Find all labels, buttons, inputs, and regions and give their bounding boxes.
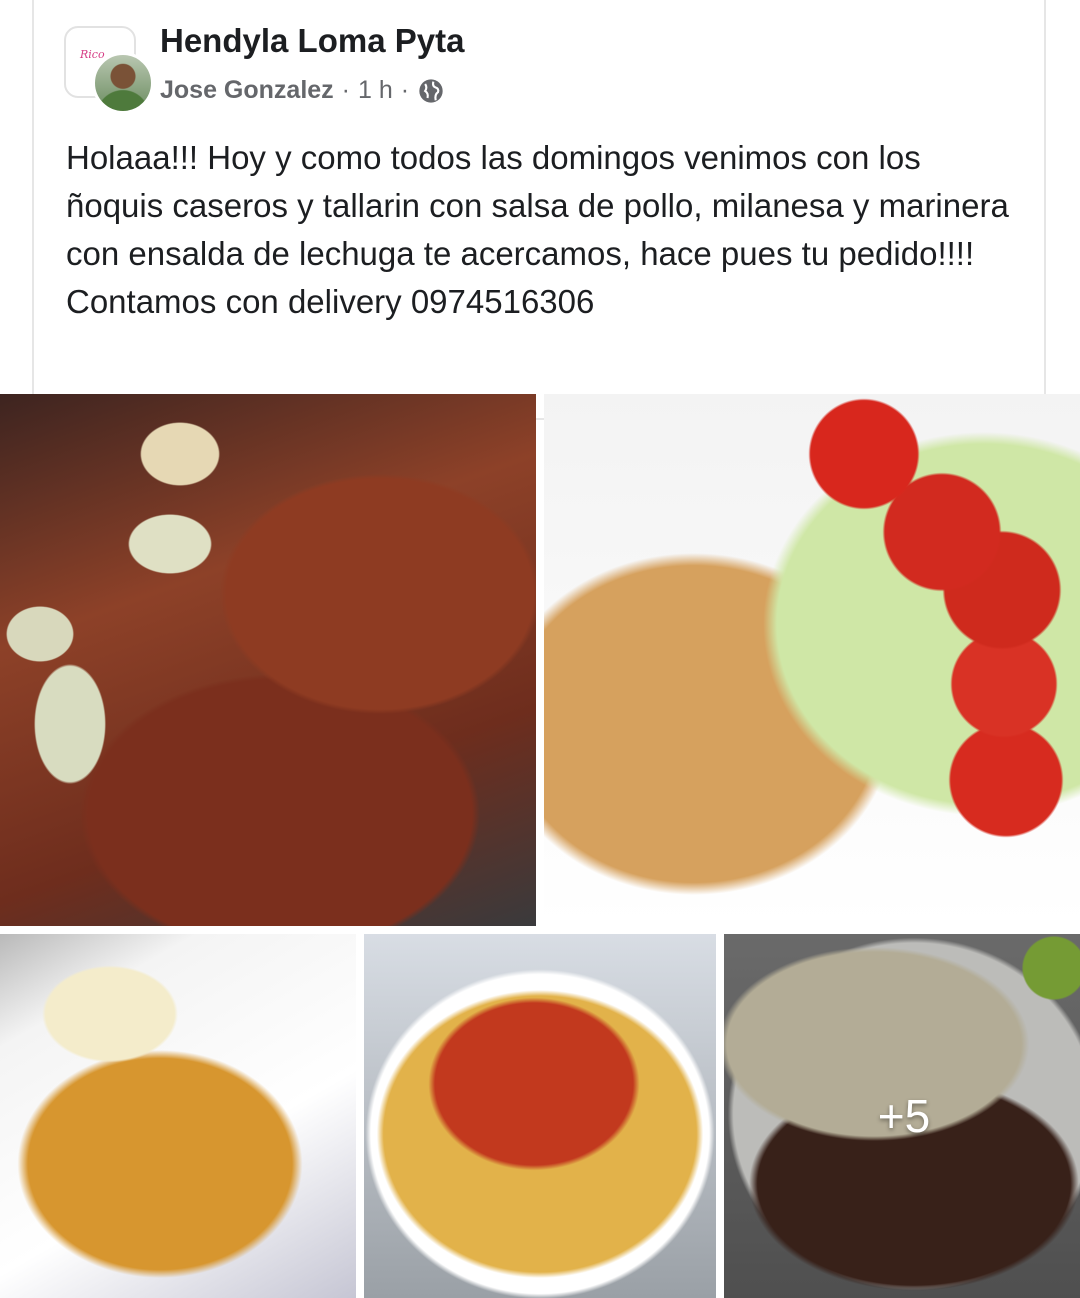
photo-more[interactable]: +5 (724, 934, 1080, 1298)
group-logo: Rico (80, 48, 105, 61)
author-name[interactable]: Jose Gonzalez (160, 76, 334, 105)
meta-separator: · (400, 76, 410, 104)
photo-milanesa-salad[interactable] (544, 394, 1080, 926)
meta-separator: · (341, 76, 350, 104)
more-photos-count[interactable]: +5 (724, 934, 1080, 1298)
author-avatar[interactable] (92, 52, 154, 114)
globe-icon (419, 78, 443, 103)
photo-milanesa-rice[interactable] (0, 934, 356, 1298)
post-text: Holaaa!!! Hoy y como todos las domingos … (66, 139, 1009, 320)
group-name[interactable]: Hendyla Loma Pyta (160, 22, 464, 60)
photo-tallarin[interactable] (364, 934, 716, 1298)
post-time[interactable]: 1 h (358, 76, 393, 105)
photo-gnocchi[interactable] (0, 394, 536, 926)
post-meta: Jose Gonzalez · 1 h · (160, 76, 445, 105)
